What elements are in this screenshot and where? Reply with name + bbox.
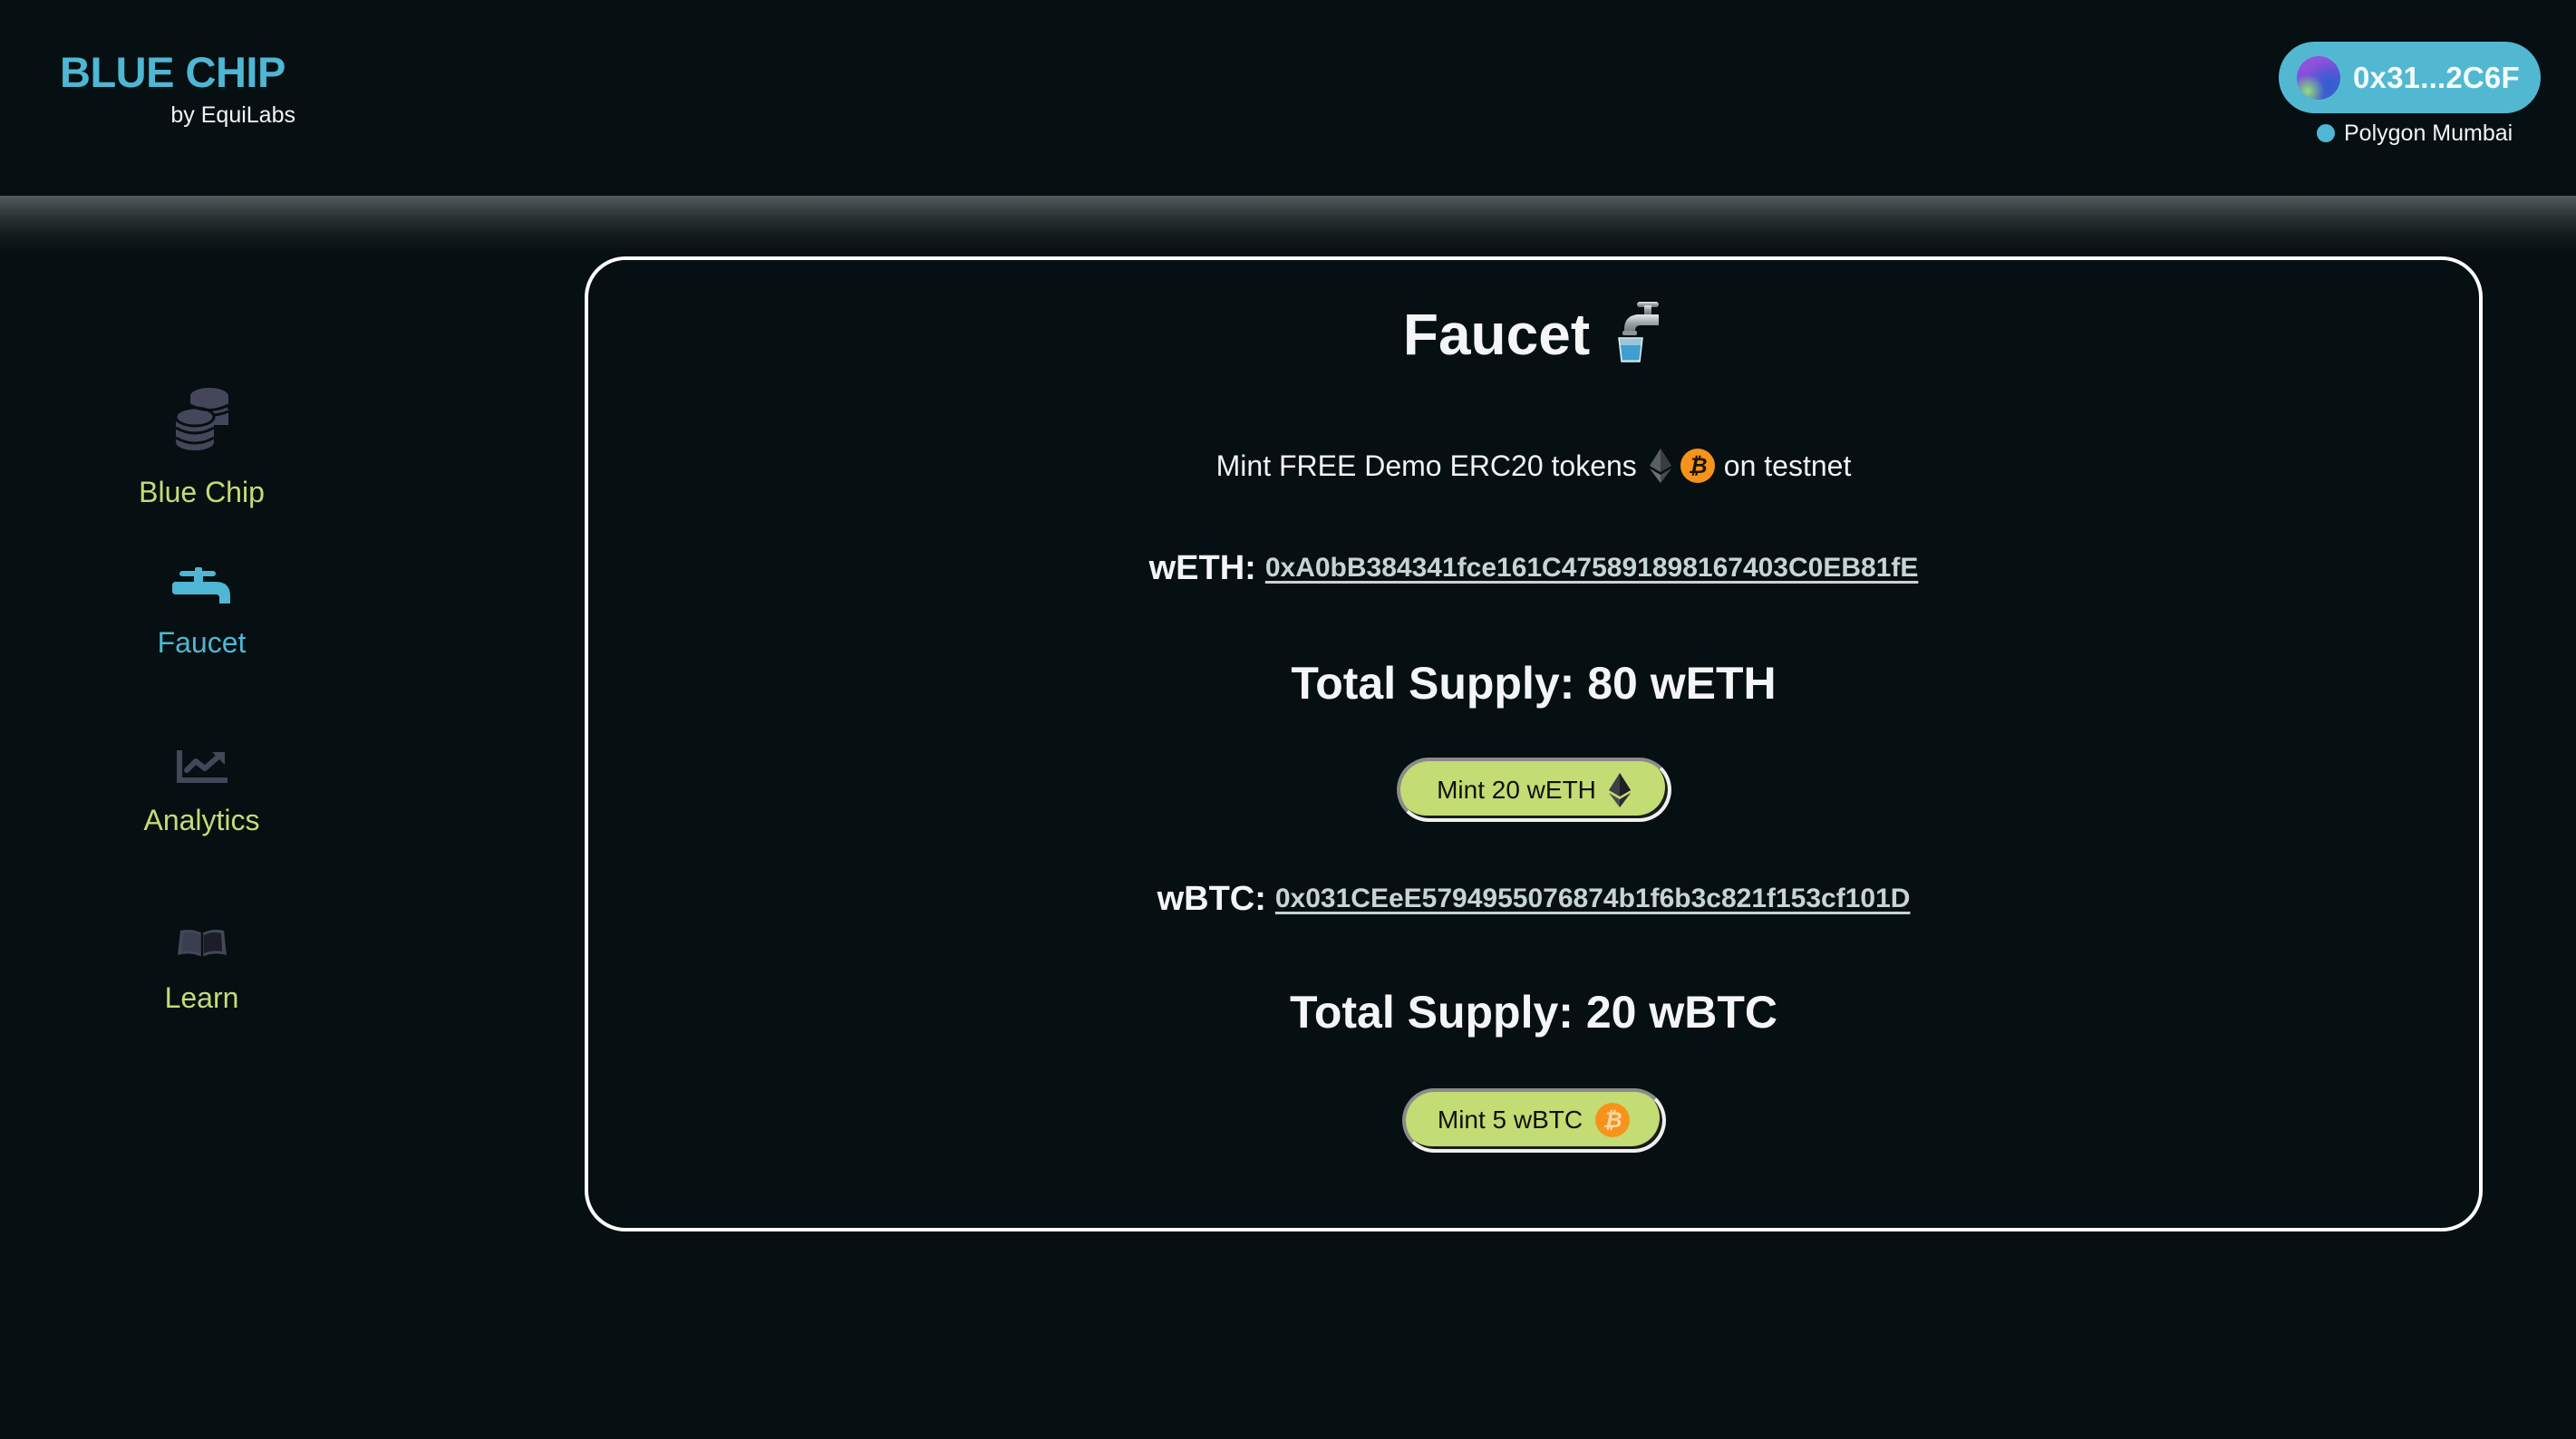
- sidebar-item-learn[interactable]: Learn: [0, 928, 403, 1015]
- bitcoin-icon: ₿: [1680, 449, 1715, 483]
- potable-water-faucet-icon: [1613, 301, 1664, 368]
- ethereum-icon: [1608, 772, 1631, 807]
- mint-weth-button[interactable]: Mint 20 wETH: [1396, 758, 1671, 822]
- mint-wbtc-label: Mint 5 wBTC: [1437, 1106, 1583, 1134]
- faucet-card: Faucet Mint FREE Demo ERC20 tokens ₿ on …: [585, 256, 2483, 1231]
- mint-weth-label: Mint 20 wETH: [1437, 775, 1596, 804]
- coins-stack-icon: [174, 388, 229, 450]
- weth-address-row: wETH: 0xA0bB384341fce161C475891898167403…: [588, 546, 2479, 591]
- weth-contract-link[interactable]: 0xA0bB384341fce161C475891898167403C0EB81…: [1265, 553, 1919, 584]
- app-root: BLUE CHIP by EquiLabs 0x31...2C6F Polygo…: [0, 0, 2576, 1439]
- wbtc-total-supply: Total Supply: 20 wBTC: [1290, 987, 1777, 1038]
- wallet-address: 0x31...2C6F: [2353, 60, 2520, 94]
- sidebar-item-label: Analytics: [143, 804, 260, 836]
- page-title-row: Faucet: [588, 298, 2479, 371]
- weth-mint-row: Mint 20 wETH: [588, 758, 2479, 822]
- open-book-icon: [177, 930, 227, 957]
- bitcoin-icon: ₿: [1595, 1103, 1631, 1137]
- logo[interactable]: BLUE CHIP by EquiLabs: [60, 47, 295, 129]
- logo-title: BLUE CHIP: [60, 48, 286, 96]
- mint-wbtc-button[interactable]: Mint 5 wBTC ₿: [1401, 1087, 1666, 1153]
- ethereum-icon: [1649, 449, 1671, 483]
- wbtc-supply-row: Total Supply: 20 wBTC: [588, 980, 2479, 1044]
- logo-subtitle: by EquiLabs: [170, 102, 295, 128]
- page-title: Faucet: [1402, 302, 1591, 367]
- wbtc-contract-link[interactable]: 0x031CEeE5794955076874b1f6b3c821f153cf10…: [1275, 884, 1911, 914]
- sidebar-item-blue-chip[interactable]: Blue Chip: [0, 388, 403, 509]
- weth-label: wETH:: [1148, 548, 1256, 587]
- gradient-avatar-icon: [2297, 55, 2340, 100]
- wbtc-mint-row: Mint 5 wBTC ₿: [588, 1087, 2479, 1153]
- network-status-dot-icon: [2317, 124, 2335, 142]
- sidebar-item-analytics[interactable]: Analytics: [0, 750, 403, 837]
- wallet-button[interactable]: 0x31...2C6F: [2279, 42, 2541, 113]
- weth-total-supply: Total Supply: 80 wETH: [1291, 658, 1777, 709]
- header-shadow: [0, 196, 2576, 254]
- subtitle-text-end: on testnet: [1723, 449, 1852, 482]
- header: BLUE CHIP by EquiLabs 0x31...2C6F Polygo…: [0, 0, 2576, 196]
- network-indicator: Polygon Mumbai: [2317, 120, 2513, 147]
- svg-text:₿: ₿: [1603, 1107, 1622, 1133]
- sidebar-item-label: Faucet: [157, 626, 247, 659]
- sidebar: Blue Chip Faucet Analytics Learn: [0, 254, 403, 1432]
- weth-supply-row: Total Supply: 80 wETH: [588, 652, 2479, 715]
- sidebar-item-label: Learn: [164, 981, 239, 1014]
- faucet-icon: [171, 567, 230, 604]
- sidebar-item-faucet[interactable]: Faucet: [0, 567, 403, 660]
- subtitle-row: Mint FREE Demo ERC20 tokens ₿ on testnet: [588, 446, 2479, 486]
- wbtc-label: wBTC:: [1157, 879, 1266, 918]
- chart-line-icon: [176, 750, 228, 783]
- wbtc-address-row: wBTC: 0x031CEeE5794955076874b1f6b3c821f1…: [588, 876, 2479, 922]
- svg-text:₿: ₿: [1688, 453, 1707, 478]
- sidebar-item-label: Blue Chip: [139, 476, 265, 508]
- token-icons: ₿: [1649, 449, 1715, 483]
- subtitle-text: Mint FREE Demo ERC20 tokens: [1215, 449, 1637, 482]
- network-label: Polygon Mumbai: [2344, 120, 2513, 146]
